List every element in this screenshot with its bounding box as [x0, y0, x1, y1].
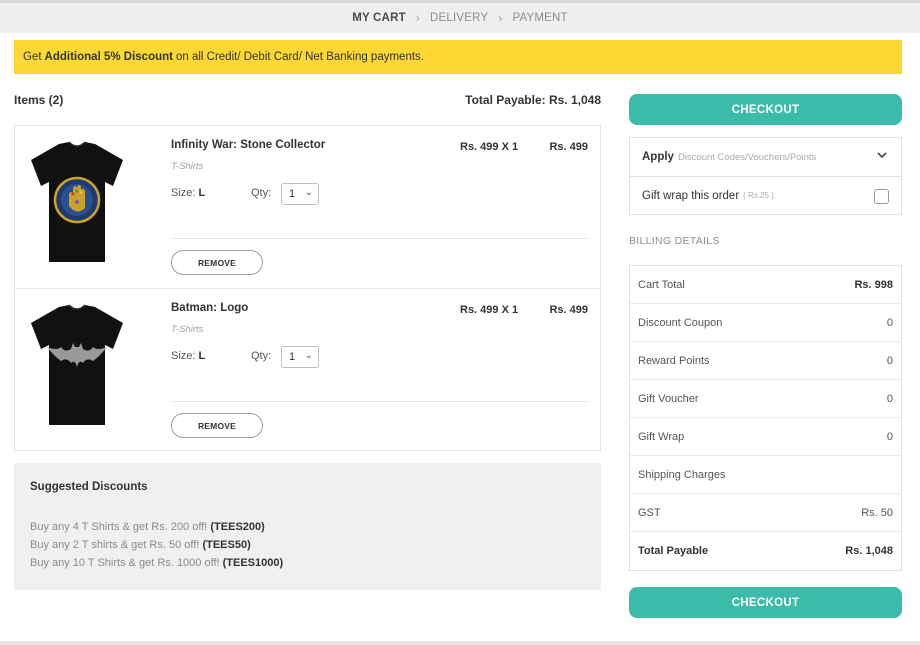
billing-value: 0: [886, 392, 893, 405]
offer-line: Buy any 2 T shirts & get Rs. 50 off! (TE…: [30, 536, 585, 554]
quantity-value: 1: [289, 188, 296, 200]
billing-row-total-payable: Total Payable Rs. 1,048: [630, 532, 901, 570]
item-divider: [171, 401, 588, 402]
infinity-war-tshirt-image[interactable]: [29, 138, 125, 266]
offer-line: Buy any 10 T Shirts & get Rs. 1000 off! …: [30, 554, 585, 572]
item-category: T-Shirts: [171, 324, 204, 335]
item-category: T-Shirts: [171, 161, 204, 172]
chevron-right-icon: ›: [498, 11, 503, 25]
offer-code: (TEES1000): [222, 557, 284, 569]
quantity-select[interactable]: 1 ⌄: [281, 183, 319, 205]
promo-prefix: Get: [23, 51, 42, 63]
gift-wrap-price: ( Rs.25 ): [743, 191, 774, 200]
cart-item: Infinity War: Stone Collector T-Shirts S…: [15, 126, 600, 289]
suggested-discounts-title: Suggested Discounts: [30, 481, 148, 493]
unit-price: Rs. 499 X 1: [460, 304, 519, 316]
checkout-steps: MY CART › DELIVERY › PAYMENT: [0, 0, 920, 33]
apply-hint: Discount Codes/Vouchers/Points: [677, 151, 817, 163]
billing-value: Rs. 1,048: [845, 545, 893, 557]
billing-row-gift-wrap: Gift Wrap 0: [630, 418, 901, 456]
billing-value: 0: [886, 430, 893, 443]
offer-code: (TEES50): [202, 539, 251, 551]
step-payment[interactable]: PAYMENT: [512, 12, 567, 24]
page-bottom-border: [0, 641, 920, 645]
gift-wrap-row: Gift wrap this order ( Rs.25 ): [630, 176, 901, 214]
checkout-button-bottom[interactable]: CHECKOUT: [629, 587, 902, 618]
gift-wrap-checkbox[interactable]: [874, 189, 889, 204]
billing-label: GST: [638, 506, 661, 519]
promo-highlight: Additional 5% Discount: [44, 51, 173, 63]
quantity-value: 1: [289, 351, 296, 363]
billing-label: Total Payable: [638, 545, 709, 557]
checkout-button-top[interactable]: CHECKOUT: [629, 94, 902, 125]
billing-label: Discount Coupon: [638, 316, 723, 329]
billing-label: Gift Voucher: [638, 392, 699, 405]
item-name[interactable]: Batman: Logo: [171, 302, 248, 314]
cart-item: Batman: Logo T-Shirts Size: L Qty: 1 ⌄ R…: [15, 289, 600, 452]
size-label: Size:: [171, 350, 196, 362]
billing-label: Reward Points: [638, 354, 710, 367]
order-options: Apply Discount Codes/Vouchers/Points Gif…: [629, 137, 902, 215]
billing-label: Cart Total: [638, 278, 685, 291]
size-value: L: [198, 187, 206, 199]
chevron-down-icon: ⌄: [304, 187, 313, 198]
promo-banner: Get Additional 5% Discount on all Credit…: [14, 40, 902, 74]
quantity-select[interactable]: 1 ⌄: [281, 346, 319, 368]
unit-price: Rs. 499 X 1: [460, 141, 519, 153]
billing-label: Shipping Charges: [638, 468, 726, 481]
offer-text: Buy any 4 T Shirts & get Rs. 200 off!: [30, 521, 208, 533]
billing-value: 0: [886, 316, 893, 329]
size-value: L: [198, 350, 206, 362]
chevron-down-icon[interactable]: [875, 148, 889, 162]
offer-text: Buy any 10 T Shirts & get Rs. 1000 off!: [30, 557, 220, 569]
total-payable-summary: Total Payable: Rs. 1,048: [465, 93, 601, 107]
size-label: Size:: [171, 187, 196, 199]
remove-button[interactable]: REMOVE: [171, 413, 263, 438]
billing-value: 0: [886, 354, 893, 367]
billing-row-gift-voucher: Gift Voucher 0: [630, 380, 901, 418]
qty-label: Qty:: [251, 350, 272, 362]
step-delivery[interactable]: DELIVERY: [430, 12, 488, 24]
billing-details: Cart Total Rs. 998 Discount Coupon 0 Rew…: [629, 265, 902, 571]
line-total: Rs. 499: [549, 304, 588, 316]
item-size: Size: L: [171, 187, 205, 199]
item-size: Size: L: [171, 350, 205, 362]
chevron-down-icon: ⌄: [304, 350, 313, 361]
item-name[interactable]: Infinity War: Stone Collector: [171, 139, 325, 151]
gift-wrap-label: Gift wrap this order: [642, 189, 740, 202]
billing-details-title: BILLING DETAILS: [629, 235, 720, 247]
cart-item-list: Infinity War: Stone Collector T-Shirts S…: [14, 125, 601, 451]
billing-row-gst: GST Rs. 50: [630, 494, 901, 532]
apply-discount-row[interactable]: Apply Discount Codes/Vouchers/Points: [630, 138, 901, 176]
remove-button[interactable]: REMOVE: [171, 250, 263, 275]
billing-label: Gift Wrap: [638, 430, 685, 443]
chevron-right-icon: ›: [415, 11, 420, 25]
billing-value: Rs. 50: [861, 506, 893, 519]
apply-label: Apply: [642, 151, 674, 163]
promo-suffix: on all Credit/ Debit Card/ Net Banking p…: [175, 51, 424, 63]
billing-row-discount-coupon: Discount Coupon 0: [630, 304, 901, 342]
step-my-cart[interactable]: MY CART: [352, 12, 406, 24]
suggested-discounts: Suggested Discounts Buy any 4 T Shirts &…: [14, 463, 601, 590]
billing-row-shipping: Shipping Charges: [630, 456, 901, 494]
offer-line: Buy any 4 T Shirts & get Rs. 200 off! (T…: [30, 518, 585, 536]
line-total: Rs. 499: [549, 141, 588, 153]
batman-tshirt-image[interactable]: [29, 301, 125, 429]
billing-row-cart-total: Cart Total Rs. 998: [630, 266, 901, 304]
offer-code: (TEES200): [210, 521, 265, 533]
billing-value: Rs. 998: [854, 278, 893, 291]
offer-text: Buy any 2 T shirts & get Rs. 50 off!: [30, 539, 200, 551]
items-count: Items (2): [14, 93, 64, 107]
item-divider: [171, 238, 588, 239]
billing-row-reward-points: Reward Points 0: [630, 342, 901, 380]
cart-header: Items (2) Total Payable: Rs. 1,048: [14, 93, 601, 107]
qty-label: Qty:: [251, 187, 272, 199]
